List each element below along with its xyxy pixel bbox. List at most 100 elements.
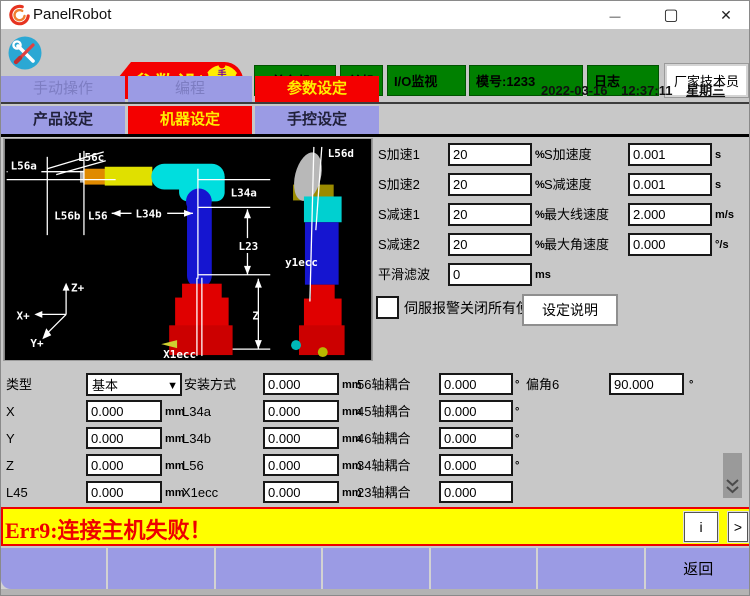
panelrobot-swirl-icon	[8, 4, 31, 26]
bottom-button-3[interactable]	[216, 548, 321, 589]
form-row: 类型 基本 安装方式 mm 56轴耦合 ° 偏角6 °	[1, 373, 750, 396]
param-label: S加速1	[378, 143, 420, 167]
param-label: 最大角速度	[544, 233, 609, 257]
form-label: Z	[6, 454, 14, 478]
x-input[interactable]	[86, 400, 162, 422]
param-label: S加速度	[544, 143, 592, 167]
l56-input[interactable]	[263, 454, 339, 476]
scroll-more-button[interactable]	[723, 453, 742, 498]
bottom-button-1[interactable]	[1, 548, 106, 589]
bottom-button-6[interactable]	[538, 548, 643, 589]
close-icon[interactable]	[707, 1, 745, 29]
form-unit: °	[515, 454, 519, 478]
form-label: Y	[6, 427, 15, 451]
param-row: S减速1 % 最大线速度 m/s	[1, 203, 750, 227]
tab-manual-operation[interactable]: 手动操作	[1, 76, 125, 102]
subtab-product-setting[interactable]: 产品设定	[1, 106, 125, 134]
s-decel-time-input[interactable]	[628, 173, 712, 196]
servo-alarm-checkbox[interactable]	[376, 296, 399, 319]
form-unit: °	[689, 373, 693, 397]
error-bar: Err9:连接主机失败！ i >	[1, 507, 750, 546]
l34b-input[interactable]	[263, 427, 339, 449]
back-button[interactable]: 返回	[646, 548, 750, 589]
param-unit: s	[715, 173, 721, 197]
smooth-filter-input[interactable]	[448, 263, 532, 286]
form-label: X	[6, 400, 15, 424]
l34a-input[interactable]	[263, 400, 339, 422]
bottom-button-4[interactable]	[323, 548, 428, 589]
axis23-coupling-input[interactable]	[439, 481, 513, 503]
x1ecc-input[interactable]	[263, 481, 339, 503]
axis46-coupling-input[interactable]	[439, 427, 513, 449]
axis45-coupling-input[interactable]	[439, 400, 513, 422]
bottom-button-2[interactable]	[108, 548, 213, 589]
bottom-edge-strip	[1, 589, 750, 596]
param-label: S减速度	[544, 173, 592, 197]
tab-programming[interactable]: 编程	[128, 76, 252, 102]
y-input[interactable]	[86, 427, 162, 449]
datetime-display: 2022-03-16 12:37:11 星期三	[541, 80, 746, 99]
form-label: 安装方式	[184, 373, 236, 397]
s-decel2-input[interactable]	[448, 233, 532, 256]
param-label: S加速2	[378, 173, 420, 197]
weekday-text: 星期三	[686, 83, 725, 98]
form-label: 56轴耦合	[357, 373, 410, 397]
axis56-coupling-input[interactable]	[439, 373, 513, 395]
s-accel2-input[interactable]	[448, 173, 532, 196]
param-label: S减速1	[378, 203, 420, 227]
tab-parameter-setting[interactable]: 参数设定	[255, 76, 379, 102]
type-dropdown-value: 基本	[92, 375, 118, 394]
form-label: L45	[6, 481, 28, 505]
error-message: Err9:连接主机失败！	[5, 513, 212, 545]
s-accel-time-input[interactable]	[628, 143, 712, 166]
form-label: L34a	[182, 400, 211, 424]
type-dropdown[interactable]: 基本	[86, 373, 182, 396]
form-label: 34轴耦合	[357, 454, 410, 478]
error-info-button[interactable]: i	[684, 512, 718, 542]
subtab-machine-setting[interactable]: 机器设定	[128, 106, 252, 134]
form-row: Y mm L34b mm 46轴耦合 °	[1, 427, 750, 450]
max-linear-speed-input[interactable]	[628, 203, 712, 226]
form-label: L34b	[182, 427, 211, 451]
maximize-icon[interactable]	[652, 1, 690, 29]
param-row: 平滑滤波 ms	[1, 263, 750, 287]
max-angular-speed-input[interactable]	[628, 233, 712, 256]
l45-input[interactable]	[86, 481, 162, 503]
param-unit: °/s	[715, 233, 729, 257]
setting-help-button[interactable]: 设定说明	[522, 294, 618, 326]
bottom-button-bar: 返回	[1, 548, 750, 589]
bottom-button-5[interactable]	[431, 548, 536, 589]
minimize-icon[interactable]	[596, 1, 634, 29]
wrench-screwdriver-icon[interactable]	[7, 35, 43, 71]
subtab-manual-control-setting[interactable]: 手控设定	[255, 106, 379, 134]
form-unit: °	[515, 427, 519, 451]
date-text: 2022-03-16	[541, 83, 608, 98]
error-next-button[interactable]: >	[728, 512, 748, 542]
form-label: 45轴耦合	[357, 400, 410, 424]
param-row: S加速2 % S减速度 s	[1, 173, 750, 197]
io-monitor-button[interactable]: I/O监视	[387, 65, 466, 96]
s-decel1-input[interactable]	[448, 203, 532, 226]
s-accel1-input[interactable]	[448, 143, 532, 166]
mount-offset-input[interactable]	[263, 373, 339, 395]
diagram-label-z: Z	[252, 309, 259, 322]
double-chevron-down-icon	[726, 479, 739, 495]
param-label: S减速2	[378, 233, 420, 257]
axis34-coupling-input[interactable]	[439, 454, 513, 476]
offset-angle6-input[interactable]	[609, 373, 684, 395]
form-label: 偏角6	[526, 373, 559, 397]
param-row: S减速2 % 最大角速度 °/s	[1, 233, 750, 257]
toolbar: 参数设定 手 10 首台机0 单机 I/O监视 模号:1233 日志 厂家技术员	[1, 29, 750, 76]
param-unit: ms	[535, 263, 551, 287]
form-label: L56	[182, 454, 204, 478]
app-title: PanelRobot	[33, 6, 111, 23]
form-row: X mm L34a mm 45轴耦合 °	[1, 400, 750, 423]
diagram-label-x1ecc: X1ecc	[163, 348, 196, 361]
form-label: 46轴耦合	[357, 427, 410, 451]
form-label: 23轴耦合	[357, 481, 410, 505]
chevron-down-icon	[167, 377, 178, 392]
z-input[interactable]	[86, 454, 162, 476]
tab-divider-line	[1, 102, 750, 104]
param-label: 最大线速度	[544, 203, 609, 227]
axis-label-y: Y+	[30, 337, 44, 350]
